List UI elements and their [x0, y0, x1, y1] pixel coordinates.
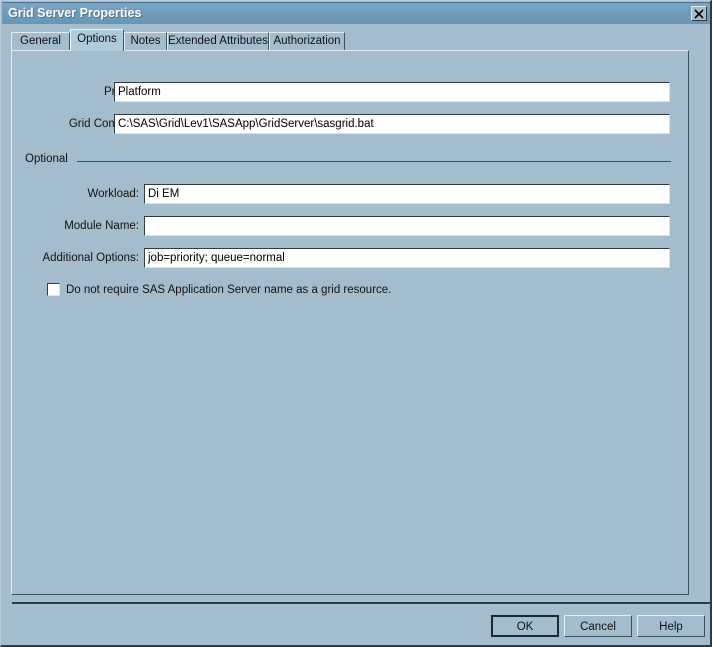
- workload-input[interactable]: Di EM: [144, 184, 670, 204]
- tab-options[interactable]: Options: [70, 29, 124, 51]
- optional-group-label: Optional: [25, 153, 68, 165]
- module-name-label: Module Name:: [64, 220, 139, 232]
- button-bar-separator: [12, 602, 710, 604]
- close-icon: [694, 9, 704, 19]
- additional-options-label: Additional Options:: [42, 252, 139, 264]
- cancel-button[interactable]: Cancel: [564, 615, 632, 637]
- tab-authorization[interactable]: Authorization: [269, 32, 345, 50]
- workload-label: Workload:: [87, 188, 139, 200]
- ok-button[interactable]: OK: [491, 615, 559, 637]
- checkbox-icon[interactable]: [47, 283, 60, 296]
- tab-notes[interactable]: Notes: [124, 32, 167, 50]
- close-button[interactable]: [691, 6, 707, 21]
- tab-strip: General Options Notes Extended Attribute…: [11, 29, 691, 51]
- tab-extended-attributes[interactable]: Extended Attributes: [167, 32, 269, 50]
- additional-options-input[interactable]: job=priority; queue=normal: [144, 248, 670, 268]
- help-button[interactable]: Help: [637, 615, 705, 637]
- provider-input[interactable]: Platform: [114, 82, 670, 102]
- title-bar: Grid Server Properties: [2, 2, 710, 24]
- optional-group-separator: [77, 161, 671, 162]
- window-title: Grid Server Properties: [8, 6, 142, 20]
- tab-general[interactable]: General: [11, 32, 70, 50]
- grid-server-properties-dialog: Grid Server Properties General Options N…: [0, 0, 712, 647]
- grid-resource-checkbox-label: Do not require SAS Application Server na…: [66, 284, 392, 296]
- module-name-input[interactable]: [144, 216, 670, 236]
- grid-command-input[interactable]: C:\SAS\Grid\Lev1\SASApp\GridServer\sasgr…: [114, 114, 670, 134]
- options-tab-panel: Provider: Platform Grid Command: C:\SAS\…: [11, 50, 689, 595]
